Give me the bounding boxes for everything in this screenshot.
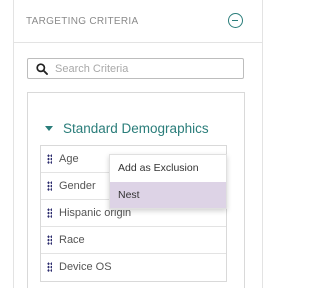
criteria-item-label: Race	[59, 234, 85, 246]
panel-title: TARGETING CRITERIA	[26, 16, 139, 27]
criteria-item-device-os[interactable]: Device OS	[41, 254, 226, 281]
criteria-item-label: Gender	[59, 180, 96, 192]
criteria-item-label: Age	[59, 153, 79, 165]
targeting-criteria-panel: TARGETING CRITERIA Standard Demographics…	[13, 0, 263, 288]
drag-handle-icon[interactable]	[47, 154, 52, 164]
caret-down-icon[interactable]	[45, 126, 53, 131]
group-title: Standard Demographics	[63, 121, 209, 136]
search-input[interactable]	[55, 61, 235, 76]
drag-handle-icon[interactable]	[47, 262, 52, 272]
drag-handle-icon[interactable]	[47, 181, 52, 191]
drag-handle-icon[interactable]	[47, 208, 52, 218]
minus-circle-icon[interactable]	[228, 13, 243, 28]
drag-handle-icon[interactable]	[47, 235, 52, 245]
context-menu: Add as Exclusion Nest	[109, 154, 227, 209]
header-divider	[14, 42, 262, 43]
menu-item-add-as-exclusion[interactable]: Add as Exclusion	[110, 155, 226, 181]
search-box[interactable]	[27, 58, 244, 79]
search-icon	[36, 63, 48, 75]
menu-item-nest[interactable]: Nest	[110, 182, 226, 208]
criteria-item-race[interactable]: Race	[41, 227, 226, 254]
criteria-item-label: Device OS	[59, 261, 112, 273]
